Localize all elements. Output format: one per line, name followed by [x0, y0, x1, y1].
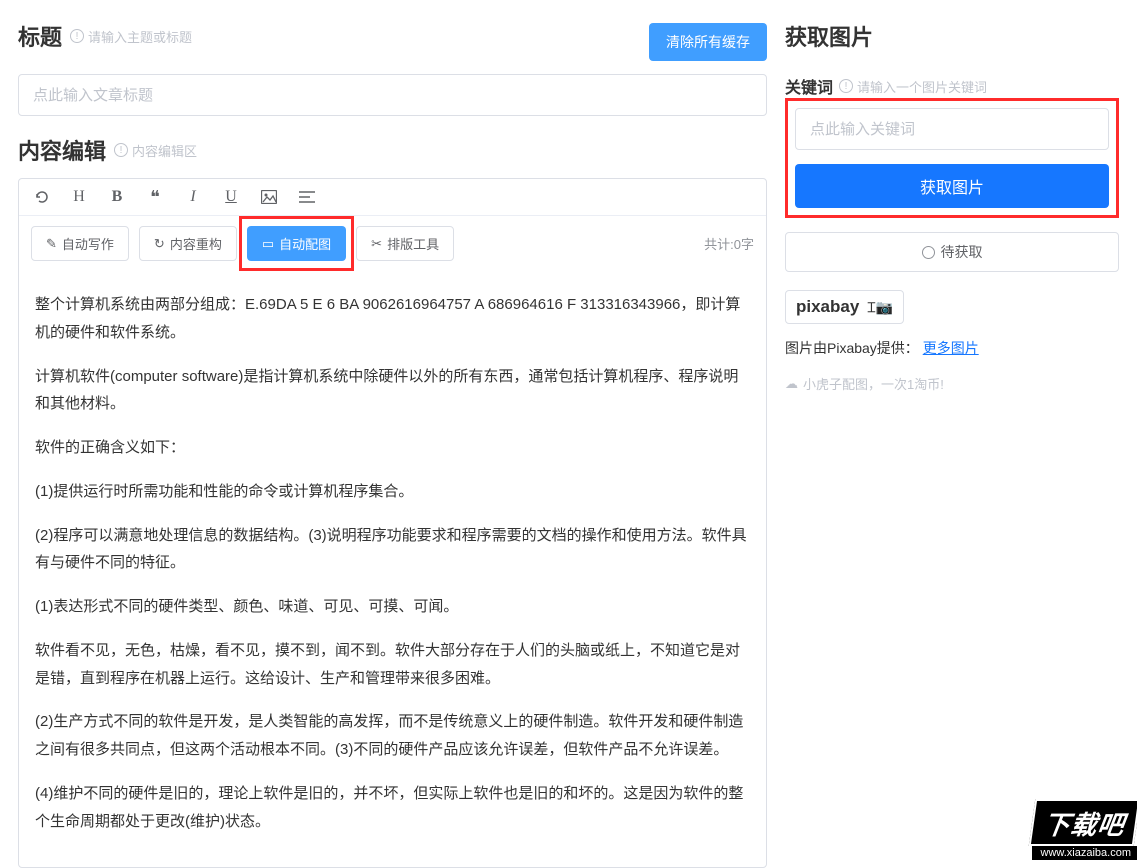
title-label: 标题: [18, 20, 62, 52]
image-small-icon: ▭: [262, 236, 274, 252]
italic-icon[interactable]: I: [183, 187, 203, 207]
quote-icon[interactable]: ❝: [145, 187, 165, 207]
title-hint: 请输入主题或标题: [88, 27, 192, 46]
watermark: 下载吧 www.xiazaiba.com: [1032, 799, 1137, 860]
layout-button[interactable]: ✂ 排版工具: [356, 226, 454, 261]
title-header: 标题 ! 请输入主题或标题 清除所有缓存: [18, 20, 767, 64]
image-icon[interactable]: [259, 187, 279, 207]
pencil-icon: ✎: [46, 236, 57, 252]
circle-icon: [922, 246, 935, 259]
heading-icon[interactable]: H: [69, 187, 89, 207]
pixabay-badge: pixabay ⌶📷: [785, 290, 904, 324]
keyword-input[interactable]: [795, 108, 1109, 150]
cloud-icon: ☁: [785, 376, 798, 392]
camera-icon: ⌶📷: [863, 299, 893, 315]
paragraph: (2)程序可以满意地处理信息的数据结构。(3)说明程序功能要求和程序需要的文档的…: [35, 522, 750, 578]
more-images-link[interactable]: 更多图片: [923, 340, 979, 356]
fetch-image-button[interactable]: 获取图片: [795, 164, 1109, 208]
pending-status-button[interactable]: 待获取: [785, 232, 1119, 272]
info-icon: !: [70, 29, 84, 43]
paragraph: (4)维护不同的硬件是旧的，理论上软件是旧的，并不坏，但实际上软件也是旧的和坏的…: [35, 780, 750, 836]
keyword-hint: 请输入一个图片关键词: [857, 77, 987, 96]
align-icon[interactable]: [297, 187, 317, 207]
auto-write-button[interactable]: ✎ 自动写作: [31, 226, 129, 261]
paragraph: (1)提供运行时所需功能和性能的命令或计算机程序集合。: [35, 478, 750, 506]
content-label: 内容编辑: [18, 134, 106, 166]
tip-line: ☁ 小虎子配图，一次1淘币!: [785, 374, 1119, 393]
info-icon: !: [839, 79, 853, 93]
credit-line: 图片由Pixabay提供： 更多图片: [785, 338, 1119, 358]
editor-container: H B ❝ I U ✎ 自动写作 ↻ 内容重构 ▭: [18, 178, 767, 868]
undo-icon[interactable]: [31, 187, 51, 207]
auto-image-button[interactable]: ▭ 自动配图: [247, 226, 346, 261]
keyword-label: 关键词: [785, 74, 833, 98]
paragraph: 计算机软件(computer software)是指计算机系统中除硬件以外的所有…: [35, 363, 750, 419]
paragraph: (1)表达形式不同的硬件类型、颜色、味道、可见、可摸、可闻。: [35, 593, 750, 621]
paragraph: 软件的正确含义如下：: [35, 434, 750, 462]
info-icon: !: [114, 143, 128, 157]
paragraph: (2)生产方式不同的软件是开发，是人类智能的高发挥，而不是传统意义上的硬件制造。…: [35, 708, 750, 764]
title-input[interactable]: [18, 74, 767, 116]
underline-icon[interactable]: U: [221, 187, 241, 207]
format-toolbar: H B ❝ I U: [19, 179, 766, 216]
paragraph: 软件看不见，无色，枯燥，看不见，摸不到，闻不到。软件大部分存在于人们的头脑或纸上…: [35, 637, 750, 693]
restructure-button[interactable]: ↻ 内容重构: [139, 226, 237, 261]
content-area[interactable]: 整个计算机系统由两部分组成：E.69DA 5 E 6 BA 9062616964…: [19, 271, 766, 867]
bold-icon[interactable]: B: [107, 187, 127, 207]
paragraph: 整个计算机系统由两部分组成：E.69DA 5 E 6 BA 9062616964…: [35, 291, 750, 347]
clear-cache-button[interactable]: 清除所有缓存: [649, 23, 767, 61]
content-hint: 内容编辑区: [132, 141, 197, 160]
layout-icon: ✂: [371, 236, 382, 252]
fetch-image-title: 获取图片: [785, 20, 873, 52]
char-count: 共计:0字: [704, 234, 754, 253]
refresh-icon: ↻: [154, 236, 165, 252]
